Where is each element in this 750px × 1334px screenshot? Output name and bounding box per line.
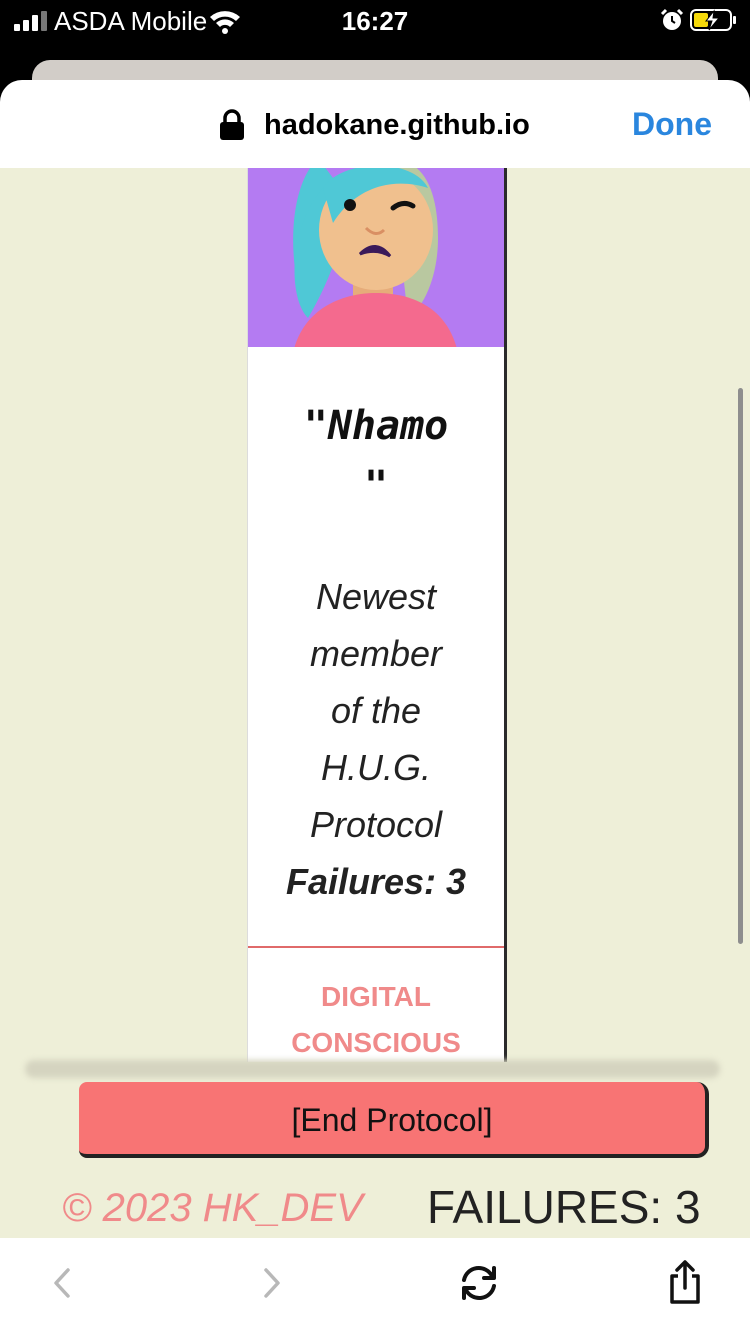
forward-icon[interactable] (246, 1258, 296, 1308)
failures-counter: FAILURES: 3 (427, 1181, 701, 1233)
back-icon[interactable] (38, 1258, 88, 1308)
card-tag: DIGITAL CONSCIOUS (291, 981, 461, 1058)
share-icon[interactable] (660, 1258, 710, 1308)
browser-toolbar (0, 1238, 750, 1334)
status-time: 16:27 (341, 6, 409, 36)
scroll-area-shadow (25, 1060, 720, 1078)
card-divider (248, 946, 504, 948)
battery-charging-icon (690, 9, 736, 31)
description-text: Newest member of the H.U.G. Protocol (309, 576, 443, 845)
end-protocol-button[interactable]: [End Protocol] (79, 1082, 709, 1158)
url-text[interactable]: hadokane.github.io (264, 106, 530, 144)
card-failures: Failures: 3 (285, 861, 467, 902)
alarm-icon (660, 8, 684, 30)
member-card: "Nhamo " Newest member of the H.U.G. Pro… (247, 168, 507, 1062)
reload-icon[interactable] (454, 1258, 504, 1308)
lock-icon (220, 109, 244, 140)
card-title: "Nhamo " (303, 403, 449, 509)
card-description: Newest member of the H.U.G. Protocol Fai… (248, 568, 504, 910)
scrollbar[interactable] (738, 388, 743, 944)
status-bar: ASDA Mobile 16:27 (0, 0, 750, 56)
avatar-illustration (248, 168, 504, 347)
done-button[interactable]: Done (632, 104, 712, 144)
web-page: "Nhamo " Newest member of the H.U.G. Pro… (0, 168, 750, 1238)
copyright-text: © 2023 HK_DEV (62, 1186, 363, 1230)
